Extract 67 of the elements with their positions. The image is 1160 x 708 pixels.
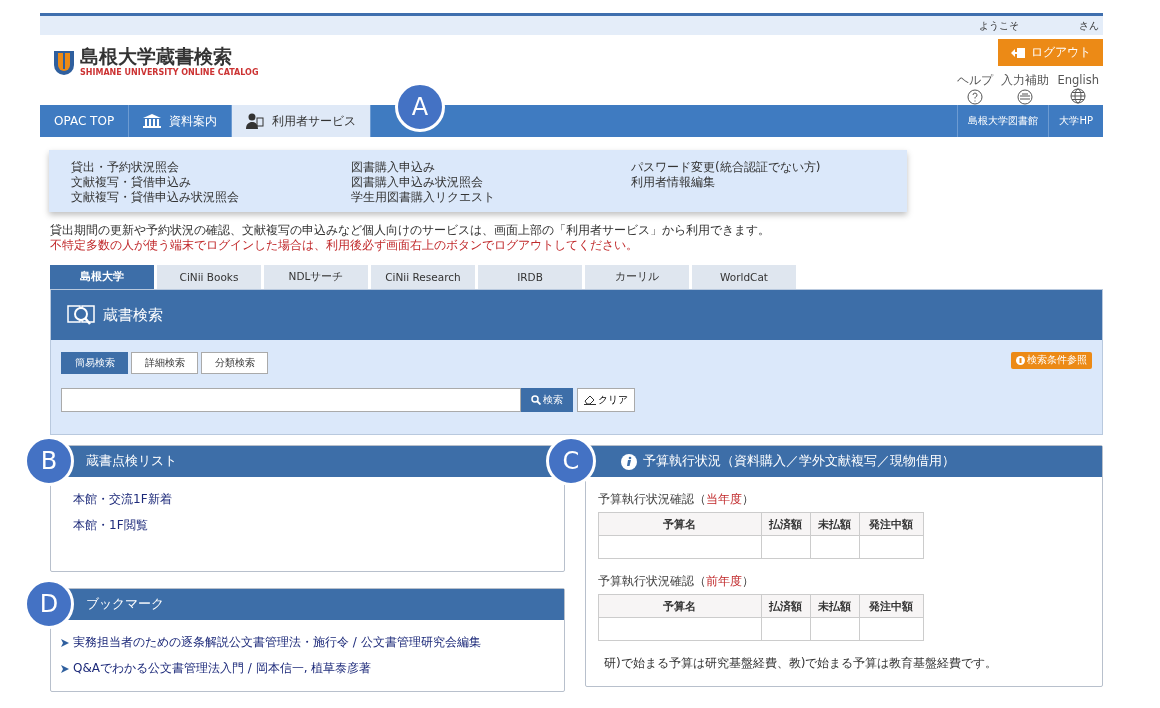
card-title: 予算執行状況（資料購入／学外文献複写／現物借用） bbox=[643, 453, 955, 470]
card-title: ブックマーク bbox=[86, 596, 164, 613]
person-icon bbox=[246, 113, 265, 129]
arrow-icon bbox=[61, 638, 69, 647]
search-book-icon bbox=[67, 303, 95, 327]
source-tab[interactable]: IRDB bbox=[478, 265, 582, 289]
user-suffix: さん bbox=[1079, 18, 1099, 33]
source-tab[interactable]: CiNii Books bbox=[157, 265, 261, 289]
source-tab[interactable]: NDLサーチ bbox=[264, 265, 368, 289]
column-header: 発注中額 bbox=[859, 512, 924, 536]
help-icon bbox=[967, 89, 984, 105]
globe-icon bbox=[1070, 88, 1087, 104]
search-mode-tab[interactable]: 簡易検索 bbox=[61, 352, 128, 374]
bookmark-link[interactable]: 実務担当者のための逐条解説公文書管理法・施行令 / 公文書管理研究会編集 bbox=[73, 634, 481, 651]
inventory-link[interactable]: 本館・1F閲覧 bbox=[73, 517, 542, 534]
logout-icon bbox=[1010, 47, 1025, 58]
inventory-link[interactable]: 本館・交流1F新着 bbox=[73, 491, 542, 508]
column-header: 払済額 bbox=[761, 594, 811, 618]
budget-note: 研)で始まる予算は研究基盤経費、教)で始まる予算は教育基盤経費です。 bbox=[603, 655, 999, 672]
menu-item[interactable]: 図書購入申込み状況照会 bbox=[351, 175, 631, 189]
arrow-icon bbox=[61, 664, 69, 673]
search-field[interactable] bbox=[61, 388, 521, 412]
callout-marker: C bbox=[546, 436, 596, 486]
source-tab[interactable]: 島根大学 bbox=[50, 265, 154, 289]
menu-item[interactable]: パスワード変更(統合認証でない方) bbox=[631, 160, 907, 174]
column-header: 払済額 bbox=[761, 512, 811, 536]
menu-item[interactable]: 文献複写・貸借申込み bbox=[71, 175, 351, 189]
nav-tab[interactable]: 利用者サービス bbox=[232, 105, 372, 137]
column-header: 予算名 bbox=[598, 512, 761, 536]
callout-marker: D bbox=[24, 579, 74, 629]
column-header: 未払額 bbox=[810, 512, 860, 536]
utility-button[interactable]: 入力補助 bbox=[1001, 73, 1050, 105]
menu-item[interactable]: 利用者情報編集 bbox=[631, 175, 907, 189]
info-icon bbox=[621, 453, 637, 470]
welcome-text: ようこそ bbox=[979, 18, 1019, 33]
search-icon bbox=[531, 395, 541, 405]
utility-button[interactable]: English bbox=[1057, 73, 1099, 105]
search-title: 蔵書検索 bbox=[103, 305, 163, 325]
table-caption: 予算執行状況確認（前年度） bbox=[598, 573, 755, 590]
search-mode-tab[interactable]: 分類検索 bbox=[201, 352, 268, 374]
search-mode-tab[interactable]: 詳細検索 bbox=[131, 352, 198, 374]
menu-item[interactable]: 貸出・予約状況照会 bbox=[71, 160, 351, 174]
column-header: 予算名 bbox=[598, 594, 761, 618]
card-title: 蔵書点検リスト bbox=[86, 453, 177, 470]
keyboard-icon bbox=[1017, 89, 1034, 105]
info-icon bbox=[1016, 356, 1025, 365]
eraser-icon bbox=[584, 395, 596, 405]
table-caption: 予算執行状況確認（当年度） bbox=[598, 491, 755, 508]
source-tab[interactable]: CiNii Research bbox=[371, 265, 475, 289]
menu-item[interactable]: 文献複写・貸借申込み状況照会 bbox=[71, 190, 351, 204]
menu-item[interactable]: 学生用図書購入リクエスト bbox=[351, 190, 631, 204]
source-tab[interactable]: カーリル bbox=[585, 265, 689, 289]
column-header: 発注中額 bbox=[859, 594, 924, 618]
logo-title: 島根大学蔵書検索 bbox=[80, 47, 233, 66]
logo-subtitle: SHIMANE UNIVERSITY ONLINE CATALOG bbox=[80, 68, 259, 77]
building-icon bbox=[143, 114, 162, 128]
warning-text: 不特定多数の人が使う端末でログインした場合は、利用後必ず画面右上のボタンでログアウトしてください。 bbox=[50, 238, 639, 253]
clear-button[interactable]: クリア bbox=[577, 388, 635, 412]
bookmark-link[interactable]: Q&Aでわかる公文書管理法入門 / 岡本信一, 植草泰彦著 bbox=[73, 660, 372, 677]
notice-text: 貸出期間の更新や予約状況の確認、文献複写の申込みなど個人向けのサービスは、画面上部の「利用者サービス」から利用できます。 bbox=[50, 223, 771, 238]
callout-marker: B bbox=[24, 436, 74, 486]
source-tab[interactable]: WorldCat bbox=[692, 265, 796, 289]
callout-marker: A bbox=[395, 82, 445, 132]
menu-item[interactable]: 図書購入申込み bbox=[351, 160, 631, 174]
search-button[interactable]: 検索 bbox=[521, 388, 573, 412]
utility-button[interactable]: ヘルプ bbox=[957, 73, 994, 105]
column-header: 未払額 bbox=[810, 594, 860, 618]
